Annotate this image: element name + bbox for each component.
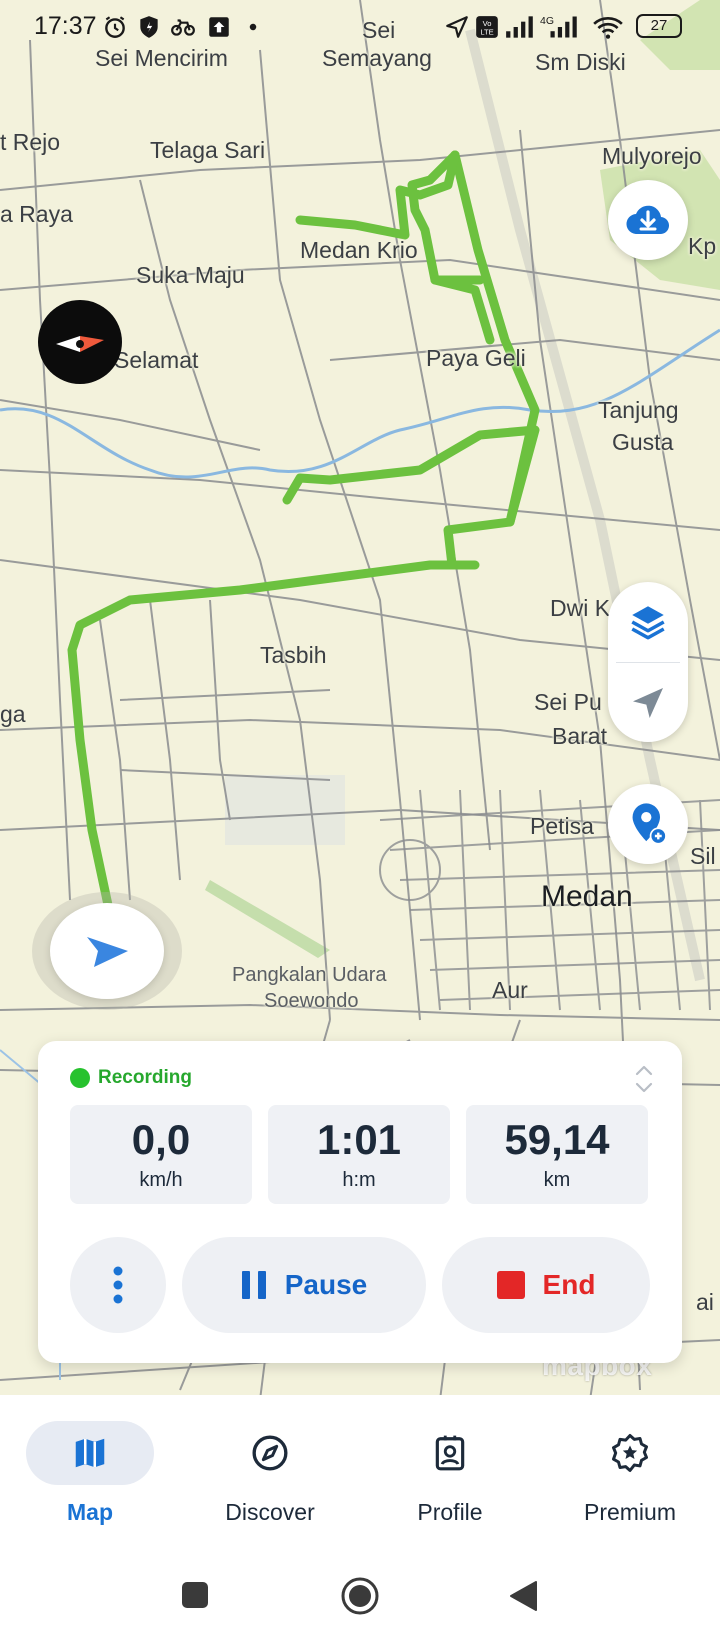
compass-icon	[252, 1435, 288, 1471]
alarm-icon	[105, 16, 125, 38]
recording-label: Recording	[98, 1067, 192, 1088]
pause-label: Pause	[284, 1269, 368, 1300]
duration-stat: 1:01 h:m	[268, 1105, 450, 1204]
place-label: Mulyorejo	[602, 143, 702, 169]
nav-pill	[386, 1421, 514, 1485]
bike-icon	[171, 19, 195, 36]
distance-stat: 59,14 km	[466, 1105, 648, 1204]
nav-pill	[206, 1421, 334, 1485]
nav-item-profile[interactable]: Profile	[360, 1421, 540, 1526]
layers-icon	[631, 606, 665, 640]
place-label: Selamat	[114, 347, 199, 373]
place-label: Barat	[552, 723, 607, 749]
svg-text:4G: 4G	[540, 15, 554, 27]
nav-pill	[26, 1421, 154, 1485]
recent-apps-button[interactable]	[180, 1580, 210, 1610]
speed-stat: 0,0 km/h	[70, 1105, 252, 1204]
speed-unit: km/h	[139, 1169, 183, 1191]
place-label: Petisa	[530, 813, 594, 839]
status-time: 17:37	[34, 12, 97, 40]
cloud-download-icon	[626, 205, 670, 235]
map-tools	[608, 582, 688, 742]
place-label: a Raya	[0, 201, 73, 227]
add-place-button[interactable]	[608, 784, 688, 864]
signal-icon	[506, 16, 533, 38]
battery-icon: 27	[636, 14, 682, 38]
place-label: Sei Pu	[534, 689, 602, 715]
city-label: Medan	[541, 880, 633, 913]
recording-status: Recording	[70, 1067, 192, 1089]
location-arrow-icon	[446, 16, 468, 38]
system-navigation-bar	[0, 1550, 720, 1650]
place-label: Telaga Sari	[150, 137, 266, 163]
download-map-button[interactable]	[608, 180, 688, 260]
volte-icon: VoLTE	[476, 16, 498, 38]
place-label: Pangkalan Udara	[232, 964, 387, 986]
wifi-icon	[593, 17, 623, 39]
duration-value: 1:01	[316, 1116, 402, 1163]
place-label: Tasbih	[260, 642, 327, 668]
speed-value: 0,0	[131, 1116, 191, 1163]
end-label: End	[542, 1269, 596, 1300]
place-label: Tanjung	[598, 397, 679, 423]
svg-text:LTE: LTE	[480, 28, 493, 37]
duration-unit: h:m	[342, 1169, 376, 1191]
place-label: Sil	[690, 843, 716, 869]
nav-label: Premium	[583, 1499, 676, 1525]
place-label: t Rejo	[0, 129, 61, 155]
place-label: Soewondo	[264, 990, 359, 1012]
pause-button[interactable]: Pause	[182, 1237, 426, 1333]
place-label: Aur	[492, 977, 528, 1003]
nav-item-discover[interactable]: Discover	[180, 1421, 360, 1526]
shield-icon	[140, 16, 158, 38]
navigate-button[interactable]	[608, 663, 688, 743]
map-layers-button[interactable]	[608, 582, 688, 662]
svg-text:Vo: Vo	[483, 19, 492, 28]
map-icon	[75, 1438, 105, 1468]
nav-item-map[interactable]: Map	[0, 1421, 180, 1526]
pause-icon	[241, 1271, 266, 1299]
expand-collapse-icon[interactable]	[632, 1061, 656, 1097]
compass-needle-icon	[56, 336, 104, 352]
stop-icon	[496, 1271, 525, 1299]
recording-panel: Recording 0,0 km/h 1:01 h:m 59,14 km Pau…	[38, 1041, 682, 1363]
add-location-icon	[632, 803, 667, 845]
upload-icon	[209, 17, 229, 37]
nav-label: Map	[67, 1499, 113, 1525]
place-label: Kp	[688, 233, 717, 259]
back-button[interactable]	[508, 1580, 538, 1612]
place-label: Dwi K	[550, 595, 611, 621]
profile-icon	[435, 1435, 465, 1471]
nav-label: Discover	[225, 1499, 315, 1525]
my-location-button[interactable]	[50, 903, 164, 999]
distance-value: 59,14	[504, 1116, 610, 1163]
status-bar: 17:37 Vo LTE 4G 27	[0, 0, 720, 54]
place-label: Gusta	[612, 429, 674, 455]
recording-indicator	[70, 1068, 90, 1088]
home-button[interactable]	[340, 1576, 380, 1616]
dot-icon	[249, 23, 257, 31]
nav-item-premium[interactable]: Premium	[540, 1421, 720, 1526]
nav-label: Profile	[417, 1499, 483, 1525]
end-button[interactable]: End	[442, 1237, 650, 1333]
place-label: ga	[0, 701, 26, 727]
position-arrow-icon	[87, 937, 128, 967]
premium-icon	[612, 1434, 648, 1472]
nav-pill	[566, 1421, 694, 1485]
more-vertical-icon	[113, 1266, 123, 1304]
place-label: ai	[696, 1289, 714, 1315]
map-compass[interactable]	[38, 300, 122, 384]
navigation-arrow-icon	[633, 688, 663, 718]
place-label: Suka Maju	[136, 262, 245, 288]
distance-unit: km	[543, 1169, 571, 1191]
4g-signal-icon: 4G	[540, 15, 577, 38]
more-options-button[interactable]	[70, 1237, 166, 1333]
bottom-navigation: Map Discover Profile Premium	[0, 1395, 720, 1550]
place-label: Medan Krio	[300, 237, 418, 263]
place-label: Paya Geli	[426, 345, 526, 371]
